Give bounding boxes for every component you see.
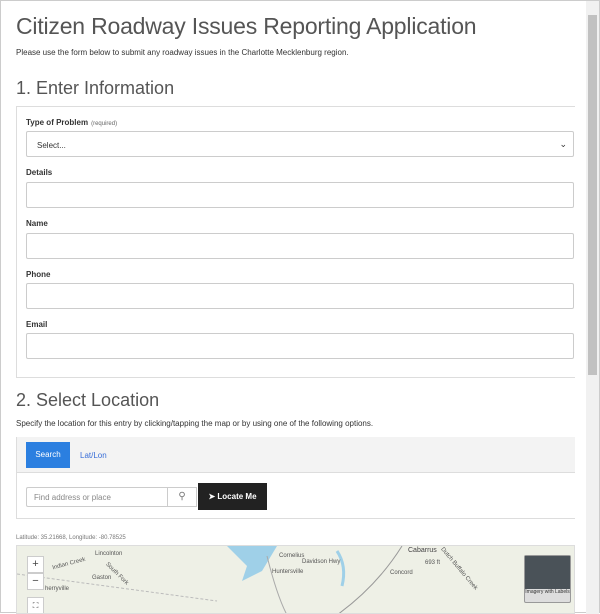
fullscreen-button[interactable]: ⛶	[27, 597, 44, 613]
map-label: Concord	[390, 570, 413, 576]
name-label: Name	[26, 219, 48, 228]
email-label: Email	[26, 320, 48, 329]
zoom-out-button[interactable]: −	[27, 573, 44, 590]
scrollbar[interactable]	[586, 1, 599, 614]
map-label: Lincolnton	[95, 551, 123, 557]
map-label: Davidson Hwy	[302, 559, 341, 565]
details-label: Details	[26, 168, 53, 177]
map-label: Cornelius	[279, 553, 305, 559]
type-of-problem-label: Type of Problem (required)	[26, 118, 118, 127]
search-button[interactable]: ⚲	[167, 487, 197, 507]
tab-lat-lon[interactable]: Lat/Lon	[80, 451, 107, 460]
search-icon: ⚲	[178, 491, 186, 502]
scrollbar-thumb[interactable]	[588, 15, 597, 375]
email-input[interactable]	[26, 333, 574, 359]
locate-me-button[interactable]: ➤ Locate Me	[198, 483, 267, 510]
map-label: Gaston	[92, 575, 112, 581]
phone-input[interactable]	[26, 283, 574, 309]
details-input[interactable]	[26, 182, 574, 208]
name-input[interactable]	[26, 233, 574, 259]
section-heading-select-location: 2. Select Location	[16, 390, 160, 410]
location-arrow-icon: ➤	[208, 492, 216, 501]
page-subtitle: Please use the form below to submit any …	[16, 48, 349, 57]
map-label: Cabarrus	[407, 547, 438, 554]
coordinates-readout: Latitude: 35.21668, Longitude: -80.78525	[16, 535, 126, 541]
phone-label: Phone	[26, 270, 51, 279]
location-instructions: Specify the location for this entry by c…	[16, 419, 374, 428]
basemap-toggle[interactable]: Imagery with Labels	[524, 555, 571, 603]
fullscreen-icon: ⛶	[32, 601, 39, 610]
tab-search[interactable]: Search	[26, 442, 70, 468]
map[interactable]: Lincolnton Cornelius Cabarrus Huntersvil…	[16, 545, 575, 614]
chevron-down-icon: ⌄	[559, 139, 567, 149]
section-heading-enter-information: 1. Enter Information	[16, 78, 175, 98]
map-label: 693 ft	[425, 560, 441, 566]
page-title: Citizen Roadway Issues Reporting Applica…	[16, 13, 477, 39]
basemap-thumbnail	[525, 556, 570, 589]
type-of-problem-select[interactable]: Select... ⌄	[26, 131, 574, 157]
map-label: Huntersville	[272, 569, 304, 575]
map-label: herryville	[45, 586, 70, 592]
zoom-in-button[interactable]: +	[27, 556, 44, 573]
address-search-input[interactable]: Find address or place	[26, 487, 167, 507]
